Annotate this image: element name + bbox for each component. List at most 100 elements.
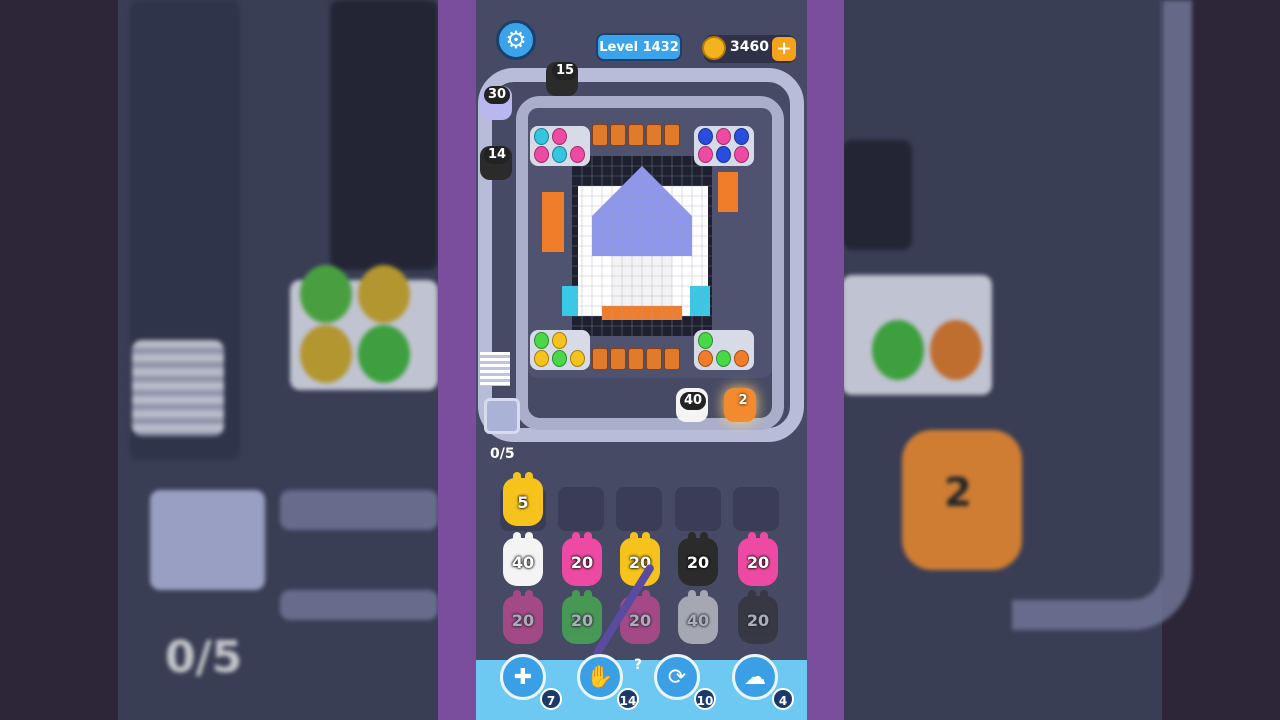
left-divider <box>438 0 476 720</box>
egg <box>534 146 549 163</box>
egg <box>716 350 731 367</box>
waiting-slot <box>675 487 721 531</box>
powerup-count: 14 <box>617 688 639 710</box>
egg <box>552 146 567 163</box>
pig-count: 20 <box>511 610 535 630</box>
bg-counter-text: 0/5 <box>165 632 243 683</box>
bg-track-bar-2 <box>280 590 438 620</box>
wood-block <box>646 348 662 370</box>
pig-count: 20 <box>570 552 594 572</box>
bg-pixel-art-right <box>842 140 912 250</box>
grid-pig-shooter: 40 <box>678 590 718 644</box>
egg <box>570 146 585 163</box>
hand-powerup-icon[interactable]: ✋ <box>577 654 623 700</box>
pig-count: 20 <box>686 552 710 572</box>
bg-egg-orange-right <box>930 320 982 380</box>
pixel-art-right-wing <box>690 286 710 316</box>
pixel-art-left-wing <box>562 286 578 316</box>
bg-egg-yellow-2 <box>300 325 352 383</box>
egg <box>534 332 549 349</box>
coin-icon <box>702 36 726 60</box>
egg <box>716 128 731 145</box>
grid-pig-shooter[interactable]: 40 <box>503 532 543 586</box>
track-shooter-black-2: 14 <box>480 146 512 180</box>
pig-count: 40 <box>686 610 710 630</box>
track-shooter-lavender: 30 <box>480 86 512 120</box>
powerup-count: 10 <box>694 688 716 710</box>
egg-tray-bottom-right <box>694 330 754 370</box>
grid-pig-shooter[interactable]: 20 <box>738 532 778 586</box>
conveyor-entry-stripes <box>480 352 510 386</box>
egg <box>698 332 713 349</box>
wood-block <box>646 124 662 146</box>
rabbit-powerup-icon[interactable]: ☁ <box>732 654 778 700</box>
waiting-slot <box>558 487 604 531</box>
wood-block <box>610 348 626 370</box>
pig-count: 20 <box>628 610 652 630</box>
right-divider <box>806 0 844 720</box>
egg <box>698 128 713 145</box>
wood-block <box>592 348 608 370</box>
settings-gear-icon[interactable]: ⚙ <box>496 20 536 60</box>
shuffle-powerup-icon[interactable]: ⟳ <box>654 654 700 700</box>
shooter-count: 14 <box>484 146 510 164</box>
bg-track-bar <box>280 490 438 530</box>
conveyor-capacity-counter: 0/5 <box>490 446 515 462</box>
bg-queue-box <box>150 490 265 590</box>
egg <box>552 350 567 367</box>
bg-egg-green <box>300 265 352 323</box>
wood-block <box>592 124 608 146</box>
bg-shooter-count: 2 <box>944 470 972 516</box>
add-slot-powerup-icon[interactable]: ✚ <box>500 654 546 700</box>
egg-tray-top-left <box>530 126 590 166</box>
egg <box>552 332 567 349</box>
waiting-slot <box>616 487 662 531</box>
pig-count: 20 <box>570 610 594 630</box>
egg-tray-bottom-left <box>530 330 590 370</box>
grid-pig-shooter: 20 <box>738 590 778 644</box>
background-left-blur: 0/5 <box>0 0 438 720</box>
track-shooter-black: 15 <box>546 62 578 96</box>
bg-egg-yellow <box>358 265 410 323</box>
top-bar: ⚙ Level 1432 3460 + <box>476 0 807 70</box>
track-shooter-orange: 2 <box>724 388 756 422</box>
grid-pig-shooter[interactable]: 20 <box>678 532 718 586</box>
add-coins-button[interactable]: + <box>772 37 796 61</box>
wood-block <box>664 348 680 370</box>
egg-tray-top-right <box>694 126 754 166</box>
egg <box>734 128 749 145</box>
pixel-art-picture <box>542 156 738 336</box>
egg <box>534 128 549 145</box>
wood-block <box>628 348 644 370</box>
coin-value: 3460 <box>730 39 769 55</box>
bg-egg-green-2 <box>358 325 410 383</box>
bg-stripes <box>132 340 224 436</box>
egg <box>534 350 549 367</box>
pig-count: 20 <box>746 552 770 572</box>
wood-block <box>628 124 644 146</box>
pig-count: 40 <box>511 552 535 572</box>
bg-pixel-art <box>330 0 438 270</box>
game-screen: ⚙ Level 1432 3460 + 15 30 14 40 2 0/5 5 … <box>476 0 807 720</box>
slot-pig-shooter[interactable]: 5 <box>503 472 543 526</box>
grid-pig-shooter[interactable]: 20 <box>562 532 602 586</box>
pig-count: 20 <box>746 610 770 630</box>
egg <box>734 146 749 163</box>
powerup-count: 4 <box>772 688 794 710</box>
shooter-count: 15 <box>552 62 578 80</box>
egg <box>570 350 585 367</box>
pixel-art-right-flag <box>718 172 738 212</box>
powerup-count: 7 <box>540 688 562 710</box>
pixel-art-left-flag <box>542 192 564 252</box>
egg <box>698 146 713 163</box>
level-badge: Level 1432 <box>596 33 682 61</box>
track-shooter-white: 40 <box>676 388 708 422</box>
grid-pig-shooter: 20 <box>503 590 543 644</box>
bg-track-right <box>1012 0 1192 630</box>
bg-egg-green-right <box>872 320 924 380</box>
shooter-count: 40 <box>680 392 706 410</box>
coin-counter: 3460 + <box>702 35 796 63</box>
shooter-count: 30 <box>484 86 510 104</box>
egg <box>716 146 731 163</box>
egg <box>698 350 713 367</box>
